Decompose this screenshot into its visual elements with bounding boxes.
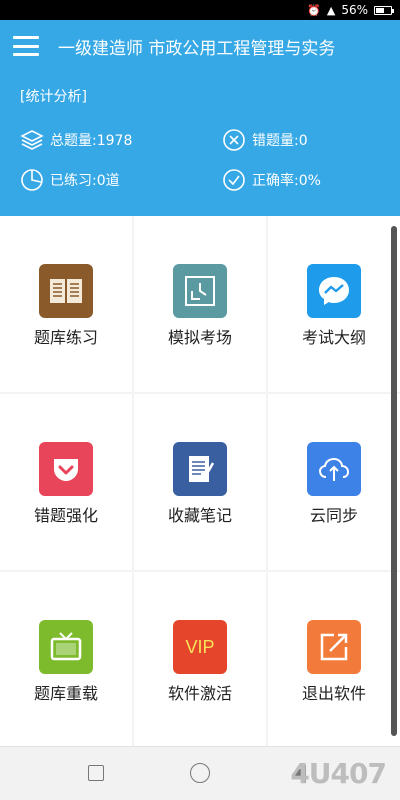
check-circle-icon [223, 169, 245, 191]
notes-icon [173, 442, 227, 496]
stat-accuracy: 正确率:0% [222, 168, 321, 192]
grid-item-cloud-sync[interactable]: 云同步 [268, 394, 400, 570]
pocket-icon [39, 442, 93, 496]
vip-badge-text: VIP [185, 636, 215, 657]
battery-percent: 56% [341, 3, 368, 17]
grid-item-label: 云同步 [309, 506, 358, 525]
pie-chart-icon [21, 169, 43, 191]
grid-item-label: 模拟考场 [167, 328, 232, 347]
grid-item-label: 软件激活 [167, 684, 232, 703]
signal-icon: ▲ [326, 3, 336, 17]
close-circle-icon [223, 129, 245, 151]
stat-wrong: 错题量:0 [222, 128, 308, 152]
clock-history-icon [173, 264, 227, 318]
exit-icon [307, 620, 361, 674]
book-icon [39, 264, 93, 318]
home-button[interactable] [190, 763, 210, 783]
grid-item-reload[interactable]: 题库重载 [0, 572, 132, 746]
stat-total: 总题量:1978 [20, 128, 132, 152]
stat-practiced: 已练习:0道 [20, 168, 120, 192]
grid-item-notes[interactable]: 收藏笔记 [134, 394, 266, 570]
messenger-icon [307, 264, 361, 318]
grid-item-label: 退出软件 [301, 684, 366, 703]
system-nav-bar: 4U407 [0, 746, 400, 800]
scrollbar[interactable] [391, 226, 397, 736]
status-bar: ⏰ ▲ 56% [0, 0, 400, 20]
section-label: [统计分析] [20, 89, 87, 105]
grid-item-wrong-review[interactable]: 错题强化 [0, 394, 132, 570]
function-grid: 题库练习 模拟考场 考试大纲 错题强化 收藏笔记 云同步 题库重载 VIP 软件… [0, 216, 400, 746]
grid-item-syllabus[interactable]: 考试大纲 [268, 216, 400, 392]
stat-total-text: 总题量:1978 [50, 133, 133, 149]
cloud-upload-icon [307, 442, 361, 496]
grid-item-label: 收藏笔记 [167, 506, 232, 525]
grid-item-activate[interactable]: VIP 软件激活 [134, 572, 266, 746]
menu-button[interactable] [0, 20, 52, 72]
grid-item-label: 考试大纲 [301, 328, 366, 347]
stat-accuracy-text: 正确率:0% [252, 173, 321, 189]
grid-item-label: 错题强化 [33, 506, 98, 525]
tv-icon [39, 620, 93, 674]
app-header: 一级建造师 市政公用工程管理与实务 [统计分析] 总题量:1978 错题量:0 [0, 20, 400, 216]
page-title: 一级建造师 市政公用工程管理与实务 [58, 38, 336, 59]
grid-item-practice[interactable]: 题库练习 [0, 216, 132, 392]
hamburger-icon [13, 36, 39, 56]
alarm-icon: ⏰ [307, 3, 321, 17]
top-bar: 一级建造师 市政公用工程管理与实务 [0, 20, 400, 72]
grid-item-label: 题库练习 [33, 328, 98, 347]
stat-practiced-text: 已练习:0道 [50, 173, 120, 189]
battery-icon [374, 5, 394, 15]
layers-icon [20, 130, 44, 150]
grid-item-label: 题库重载 [33, 684, 98, 703]
vip-icon: VIP [173, 620, 227, 674]
grid-item-mock-exam[interactable]: 模拟考场 [134, 216, 266, 392]
stat-wrong-text: 错题量:0 [252, 133, 308, 149]
grid-item-exit[interactable]: 退出软件 [268, 572, 400, 746]
recent-apps-button[interactable] [88, 765, 104, 781]
watermark-logo: 4U407 [290, 757, 387, 790]
